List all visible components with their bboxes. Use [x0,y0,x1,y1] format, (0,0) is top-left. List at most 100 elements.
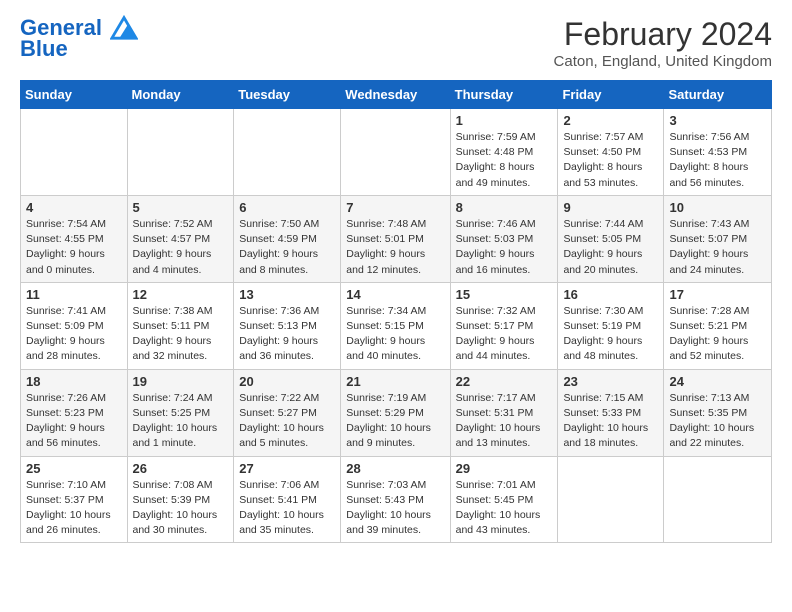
calendar-cell [341,109,450,196]
day-number: 25 [26,461,122,476]
calendar-cell: 7Sunrise: 7:48 AM Sunset: 5:01 PM Daylig… [341,195,450,282]
day-number: 27 [239,461,335,476]
day-number: 29 [456,461,553,476]
calendar-cell [664,456,772,543]
calendar-cell: 9Sunrise: 7:44 AM Sunset: 5:05 PM Daylig… [558,195,664,282]
calendar-cell: 8 Sunrise: 7:46 AM Sunset: 5:03 PM Daylig… [450,195,558,282]
day-info: Sunrise: 7:06 AM Sunset: 5:41 PM Dayligh… [239,478,335,539]
day-number: 20 [239,374,335,389]
calendar-cell: 29Sunrise: 7:01 AM Sunset: 5:45 PM Dayli… [450,456,558,543]
calendar-cell: 15 Sunrise: 7:32 AM Sunset: 5:17 PM Dayli… [450,282,558,369]
calendar-table: SundayMondayTuesdayWednesdayThursdayFrid… [20,80,772,543]
calendar-cell: 17 Sunrise: 7:28 AM Sunset: 5:21 PM Dayli… [664,282,772,369]
day-info: Sunrise: 7:54 AM Sunset: 4:55 PM Dayligh… [26,217,122,278]
day-number: 10 [669,200,766,215]
weekday-header-sunday: Sunday [21,81,128,109]
day-number: 2 [563,113,658,128]
day-info: Sunrise: 7:38 AM Sunset: 5:11 PM Dayligh… [133,304,229,365]
calendar-cell: 10Sunrise: 7:43 AM Sunset: 5:07 PM Dayli… [664,195,772,282]
day-number: 26 [133,461,229,476]
day-info: Sunrise: 7:41 AM Sunset: 5:09 PM Dayligh… [26,304,122,365]
header: General Blue February 2024 Caton, Englan… [20,16,772,70]
calendar-header-row: SundayMondayTuesdayWednesdayThursdayFrid… [21,81,772,109]
day-info: Sunrise: 7:59 AM Sunset: 4:48 PM Dayligh… [456,130,553,191]
day-number: 12 [133,287,229,302]
weekday-header-tuesday: Tuesday [234,81,341,109]
day-number: 11 [26,287,122,302]
calendar-week-5: 25 Sunrise: 7:10 AM Sunset: 5:37 PM Dayli… [21,456,772,543]
day-info: Sunrise: 7:24 AM Sunset: 5:25 PM Dayligh… [133,391,229,452]
day-info: Sunrise: 7:30 AM Sunset: 5:19 PM Dayligh… [563,304,658,365]
calendar-cell: 4 Sunrise: 7:54 AM Sunset: 4:55 PM Daylig… [21,195,128,282]
calendar-cell: 14 Sunrise: 7:34 AM Sunset: 5:15 PM Dayli… [341,282,450,369]
calendar-cell: 3Sunrise: 7:56 AM Sunset: 4:53 PM Daylig… [664,109,772,196]
day-info: Sunrise: 7:03 AM Sunset: 5:43 PM Dayligh… [346,478,444,539]
calendar-cell: 22 Sunrise: 7:17 AM Sunset: 5:31 PM Dayli… [450,369,558,456]
day-info: Sunrise: 7:22 AM Sunset: 5:27 PM Dayligh… [239,391,335,452]
calendar-cell: 26Sunrise: 7:08 AM Sunset: 5:39 PM Dayli… [127,456,234,543]
calendar-cell: 21 Sunrise: 7:19 AM Sunset: 5:29 PM Dayli… [341,369,450,456]
calendar-week-1: 1 Sunrise: 7:59 AM Sunset: 4:48 PM Daylig… [21,109,772,196]
day-info: Sunrise: 7:48 AM Sunset: 5:01 PM Dayligh… [346,217,444,278]
day-number: 14 [346,287,444,302]
weekday-header-saturday: Saturday [664,81,772,109]
day-info: Sunrise: 7:15 AM Sunset: 5:33 PM Dayligh… [563,391,658,452]
day-number: 4 [26,200,122,215]
calendar-cell: 1 Sunrise: 7:59 AM Sunset: 4:48 PM Daylig… [450,109,558,196]
calendar-cell [558,456,664,543]
calendar-cell: 2 Sunrise: 7:57 AM Sunset: 4:50 PM Daylig… [558,109,664,196]
weekday-header-monday: Monday [127,81,234,109]
day-info: Sunrise: 7:32 AM Sunset: 5:17 PM Dayligh… [456,304,553,365]
day-number: 17 [669,287,766,302]
month-title: February 2024 [554,16,772,53]
day-info: Sunrise: 7:36 AM Sunset: 5:13 PM Dayligh… [239,304,335,365]
day-number: 21 [346,374,444,389]
logo-icon [110,13,138,41]
calendar-cell [234,109,341,196]
calendar-cell: 5 Sunrise: 7:52 AM Sunset: 4:57 PM Daylig… [127,195,234,282]
calendar-cell: 19Sunrise: 7:24 AM Sunset: 5:25 PM Dayli… [127,369,234,456]
calendar-week-2: 4 Sunrise: 7:54 AM Sunset: 4:55 PM Daylig… [21,195,772,282]
day-number: 24 [669,374,766,389]
logo: General Blue [20,16,138,61]
calendar-cell [21,109,128,196]
calendar-week-3: 11 Sunrise: 7:41 AM Sunset: 5:09 PM Dayli… [21,282,772,369]
day-info: Sunrise: 7:34 AM Sunset: 5:15 PM Dayligh… [346,304,444,365]
calendar-cell: 18Sunrise: 7:26 AM Sunset: 5:23 PM Dayli… [21,369,128,456]
day-number: 3 [669,113,766,128]
day-number: 5 [133,200,229,215]
day-info: Sunrise: 7:10 AM Sunset: 5:37 PM Dayligh… [26,478,122,539]
location: Caton, England, United Kingdom [554,53,772,70]
calendar-cell: 28Sunrise: 7:03 AM Sunset: 5:43 PM Dayli… [341,456,450,543]
day-info: Sunrise: 7:52 AM Sunset: 4:57 PM Dayligh… [133,217,229,278]
day-info: Sunrise: 7:17 AM Sunset: 5:31 PM Dayligh… [456,391,553,452]
day-info: Sunrise: 7:28 AM Sunset: 5:21 PM Dayligh… [669,304,766,365]
day-number: 8 [456,200,553,215]
calendar-cell: 11 Sunrise: 7:41 AM Sunset: 5:09 PM Dayli… [21,282,128,369]
day-info: Sunrise: 7:13 AM Sunset: 5:35 PM Dayligh… [669,391,766,452]
day-number: 23 [563,374,658,389]
calendar-cell: 13Sunrise: 7:36 AM Sunset: 5:13 PM Dayli… [234,282,341,369]
day-number: 9 [563,200,658,215]
calendar-cell: 23 Sunrise: 7:15 AM Sunset: 5:33 PM Dayli… [558,369,664,456]
calendar-cell [127,109,234,196]
calendar-body: 1 Sunrise: 7:59 AM Sunset: 4:48 PM Daylig… [21,109,772,543]
day-info: Sunrise: 7:46 AM Sunset: 5:03 PM Dayligh… [456,217,553,278]
day-info: Sunrise: 7:50 AM Sunset: 4:59 PM Dayligh… [239,217,335,278]
weekday-header-wednesday: Wednesday [341,81,450,109]
day-info: Sunrise: 7:57 AM Sunset: 4:50 PM Dayligh… [563,130,658,191]
calendar-cell: 27 Sunrise: 7:06 AM Sunset: 5:41 PM Dayli… [234,456,341,543]
day-number: 1 [456,113,553,128]
day-number: 6 [239,200,335,215]
weekday-header-friday: Friday [558,81,664,109]
title-area: February 2024 Caton, England, United Kin… [554,16,772,70]
day-number: 22 [456,374,553,389]
day-number: 15 [456,287,553,302]
day-info: Sunrise: 7:19 AM Sunset: 5:29 PM Dayligh… [346,391,444,452]
day-info: Sunrise: 7:26 AM Sunset: 5:23 PM Dayligh… [26,391,122,452]
calendar-cell: 20 Sunrise: 7:22 AM Sunset: 5:27 PM Dayli… [234,369,341,456]
calendar-week-4: 18Sunrise: 7:26 AM Sunset: 5:23 PM Dayli… [21,369,772,456]
weekday-header-thursday: Thursday [450,81,558,109]
calendar-cell: 24 Sunrise: 7:13 AM Sunset: 5:35 PM Dayli… [664,369,772,456]
calendar-cell: 25 Sunrise: 7:10 AM Sunset: 5:37 PM Dayli… [21,456,128,543]
